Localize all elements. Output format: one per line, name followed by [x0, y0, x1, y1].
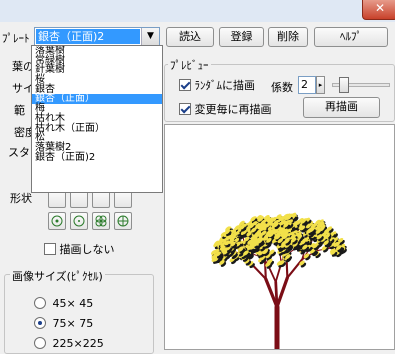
shape-flower-icon: [115, 213, 131, 229]
redraw-on-change-checkbox[interactable]: [179, 103, 191, 115]
chevron-down-icon[interactable]: ▼: [141, 28, 159, 45]
random-draw-checkbox[interactable]: [179, 79, 191, 91]
title-bar: [0, 0, 395, 22]
delete-button[interactable]: 削除: [268, 27, 308, 47]
image-size-title: 画像サイズ(ﾋﾟｸｾﾙ): [10, 268, 105, 284]
coef-slider-thumb[interactable]: [339, 77, 349, 93]
help-button[interactable]: ﾍﾙﾌﾟ: [314, 27, 388, 47]
template-combo-value: 銀杏（正面)2: [36, 29, 140, 44]
no-draw-label: 描画しない: [60, 243, 115, 256]
load-button[interactable]: 読込: [166, 27, 214, 47]
size-option-label: 225×225: [53, 337, 104, 350]
tree-preview-image: [165, 125, 394, 349]
size-radio-225[interactable]: [34, 337, 46, 349]
shape-button-6[interactable]: [70, 212, 88, 230]
close-button[interactable]: ✕: [362, 0, 395, 20]
size-radio-45[interactable]: [34, 297, 46, 309]
size-option-75[interactable]: 75× 75: [34, 316, 93, 330]
preview-title: ﾌﾟﾚﾋﾞｭｰ: [168, 57, 211, 73]
size-option-label: 45× 45: [53, 297, 94, 310]
template-label: ﾌﾟﾚｰﾄ: [2, 30, 30, 46]
register-button[interactable]: 登録: [219, 27, 264, 47]
random-draw-label: ﾗﾝﾀﾞﾑに描画: [195, 79, 256, 92]
dropdown-item[interactable]: 枯れ木（正面）: [32, 124, 162, 134]
redraw-on-change-row[interactable]: 変更毎に再描画: [179, 101, 272, 117]
size-option-45[interactable]: 45× 45: [34, 296, 93, 310]
shape-button-8[interactable]: [114, 212, 132, 230]
coef-label: 係数: [271, 79, 293, 95]
shape-dot-circle-icon: [49, 213, 65, 229]
redraw-button[interactable]: 再描画: [303, 97, 380, 118]
shape-button-7[interactable]: [92, 212, 110, 230]
redraw-on-change-label: 変更毎に再描画: [195, 103, 272, 116]
template-dropdown-list[interactable]: 落葉樹常緑樹針葉樹桜銀杏銀杏（正面）梅枯れ木枯れ木（正面）松落葉樹2銀杏（正面)…: [31, 45, 163, 193]
tree-branch: [276, 282, 277, 307]
shape-button-5[interactable]: [48, 212, 66, 230]
spin-arrow-icon[interactable]: ▸: [316, 76, 325, 94]
tree-branch: [287, 260, 301, 278]
dropdown-item[interactable]: 銀杏（正面）: [32, 94, 162, 104]
shape-label: 形状: [10, 190, 32, 206]
no-draw-checkbox-row[interactable]: 描画しない: [44, 241, 115, 257]
shape-circle-icon: [71, 213, 87, 229]
tree-branch: [277, 278, 287, 307]
tree-preview-canvas: [164, 124, 395, 350]
close-icon: ✕: [375, 1, 385, 15]
template-combo[interactable]: 銀杏（正面)2 ▼: [34, 27, 160, 46]
size-option-label: 75× 75: [53, 317, 94, 330]
no-draw-checkbox[interactable]: [44, 243, 56, 255]
size-radio-75[interactable]: [34, 317, 46, 329]
range-label: 範: [14, 102, 25, 118]
shape-clover-icon: [93, 213, 109, 229]
coef-spin[interactable]: 2: [298, 76, 316, 94]
dropdown-item[interactable]: 針葉樹: [32, 65, 162, 75]
size-option-225[interactable]: 225×225: [34, 336, 104, 350]
dropdown-item[interactable]: 銀杏（正面)2: [32, 153, 162, 163]
random-draw-row[interactable]: ﾗﾝﾀﾞﾑに描画: [179, 77, 255, 93]
